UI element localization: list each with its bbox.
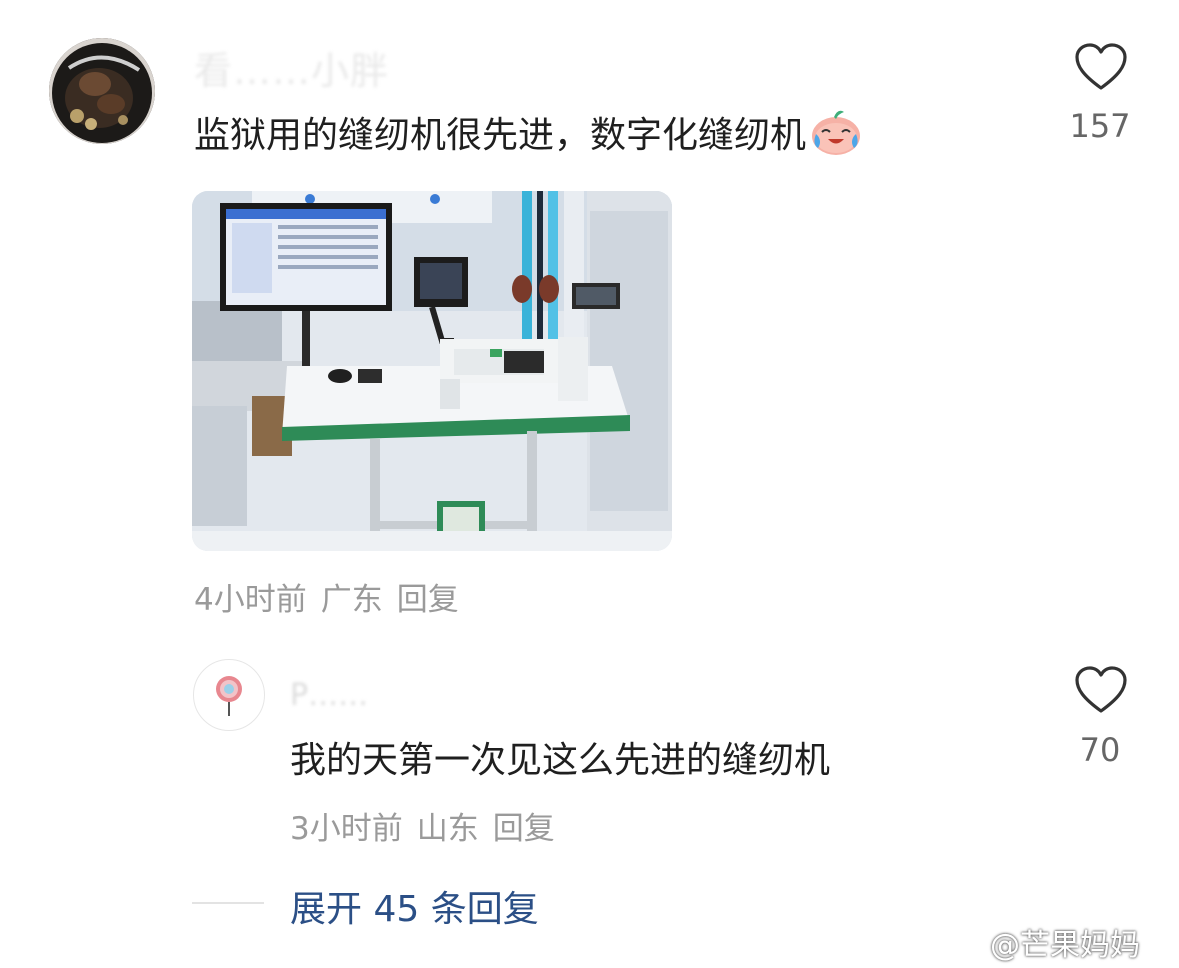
comment-location: 广东: [320, 582, 383, 618]
heart-icon: [1075, 666, 1127, 713]
divider: [192, 902, 264, 904]
like-count: 70: [1079, 731, 1121, 769]
username[interactable]: P……: [290, 678, 368, 713]
username[interactable]: 看……小胖: [194, 40, 389, 95]
reply-button[interactable]: 回复: [397, 582, 459, 618]
comment-time: 3小时前: [290, 811, 403, 847]
like-button[interactable]: [1073, 42, 1129, 94]
weibo-icon: [945, 930, 983, 958]
heart-icon: [1075, 43, 1127, 90]
comment-text-content: 监狱用的缝纫机很先进，数字化缝纫机: [194, 115, 807, 156]
watermark: @芒果妈妈: [944, 920, 1140, 964]
comment-time: 4小时前: [194, 582, 307, 618]
comment-location: 山东: [416, 811, 479, 847]
watermark-text: @芒果妈妈: [990, 928, 1140, 963]
avatar[interactable]: [49, 38, 155, 144]
comment-meta: 4小时前 广东 回复: [194, 574, 473, 619]
reply-button[interactable]: 回复: [493, 811, 555, 847]
comment-meta: 3小时前 山东 回复: [290, 803, 569, 848]
like-button[interactable]: [1073, 665, 1129, 717]
crying-laughing-emoji-icon: [808, 106, 864, 158]
like-count: 157: [1069, 107, 1131, 145]
expand-replies-link[interactable]: 展开 45 条回复: [290, 880, 539, 932]
avatar[interactable]: [193, 659, 265, 731]
sewing-machine-photo[interactable]: [192, 191, 672, 551]
comment-text: 监狱用的缝纫机很先进，数字化缝纫机: [194, 106, 864, 158]
comment-text: 我的天第一次见这么先进的缝纫机: [290, 740, 831, 781]
